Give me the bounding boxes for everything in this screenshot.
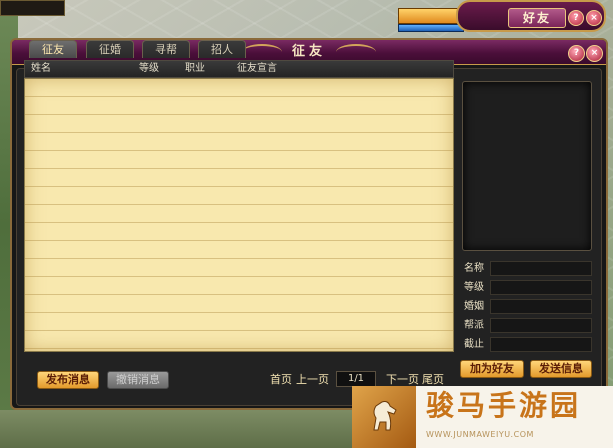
top-left-hud: [0, 0, 65, 16]
site-watermark: 骏马手游园 WWW.JUNMAWEIYU.COM: [352, 386, 613, 448]
column-header-level[interactable]: 等级: [139, 61, 159, 77]
send-message-button[interactable]: 发送信息: [530, 360, 592, 378]
column-header-class[interactable]: 职业: [185, 61, 205, 77]
profile-value-level: [490, 280, 592, 295]
friend-chip-label[interactable]: 好友: [508, 8, 566, 28]
watermark-title: 骏马手游园: [426, 389, 582, 422]
hud-health-bar: [398, 8, 464, 24]
close-icon[interactable]: ×: [586, 45, 603, 62]
profile-label-marriage: 婚姻: [464, 301, 484, 312]
tab-recruit-friend[interactable]: 征友: [29, 40, 77, 58]
watermark-url: WWW.JUNMAWEIYU.COM: [426, 430, 534, 439]
hud-mana-bar: [398, 24, 464, 32]
help-icon[interactable]: ?: [568, 45, 585, 62]
profile-value-deadline: [490, 337, 592, 352]
profile-label-name: 名称: [464, 263, 484, 274]
profile-value-marriage: [490, 299, 592, 314]
close-icon[interactable]: ×: [586, 10, 602, 26]
pager-prev-link[interactable]: 上一页: [296, 373, 329, 387]
help-icon[interactable]: ?: [568, 10, 584, 26]
column-header-declaration[interactable]: 征友宣言: [237, 61, 277, 77]
profile-value-guild: [490, 318, 592, 333]
add-friend-button[interactable]: 加为好友: [460, 360, 524, 378]
pager-first-link[interactable]: 首页: [270, 373, 292, 387]
horse-icon: [373, 401, 397, 431]
post-message-button[interactable]: 发布消息: [37, 371, 99, 389]
profile-value-name: [490, 261, 592, 276]
horse-logo: [352, 386, 416, 448]
tab-seek-guild[interactable]: 寻帮: [142, 40, 190, 58]
pager-page-indicator: 1/1: [336, 371, 376, 387]
profile-label-deadline: 截止: [464, 339, 484, 350]
tab-recruit-spouse[interactable]: 征婚: [86, 40, 134, 58]
column-header-name[interactable]: 姓名: [31, 61, 51, 77]
recruit-list[interactable]: [24, 78, 454, 352]
pager-last-link[interactable]: 尾页: [422, 373, 444, 387]
revoke-message-button[interactable]: 撤销消息: [107, 371, 169, 389]
table-header: 姓名 等级 职业 征友宣言: [24, 60, 454, 78]
friend-panel-chip[interactable]: 好友 ? ×: [456, 0, 606, 32]
profile-label-level: 等级: [464, 282, 484, 293]
pager-next-link[interactable]: 下一页: [386, 373, 419, 387]
tab-recruit-member[interactable]: 招人: [198, 40, 246, 58]
bottom-status-text: [186, 413, 226, 425]
player-portrait: [462, 81, 592, 251]
profile-label-guild: 帮派: [464, 320, 484, 331]
